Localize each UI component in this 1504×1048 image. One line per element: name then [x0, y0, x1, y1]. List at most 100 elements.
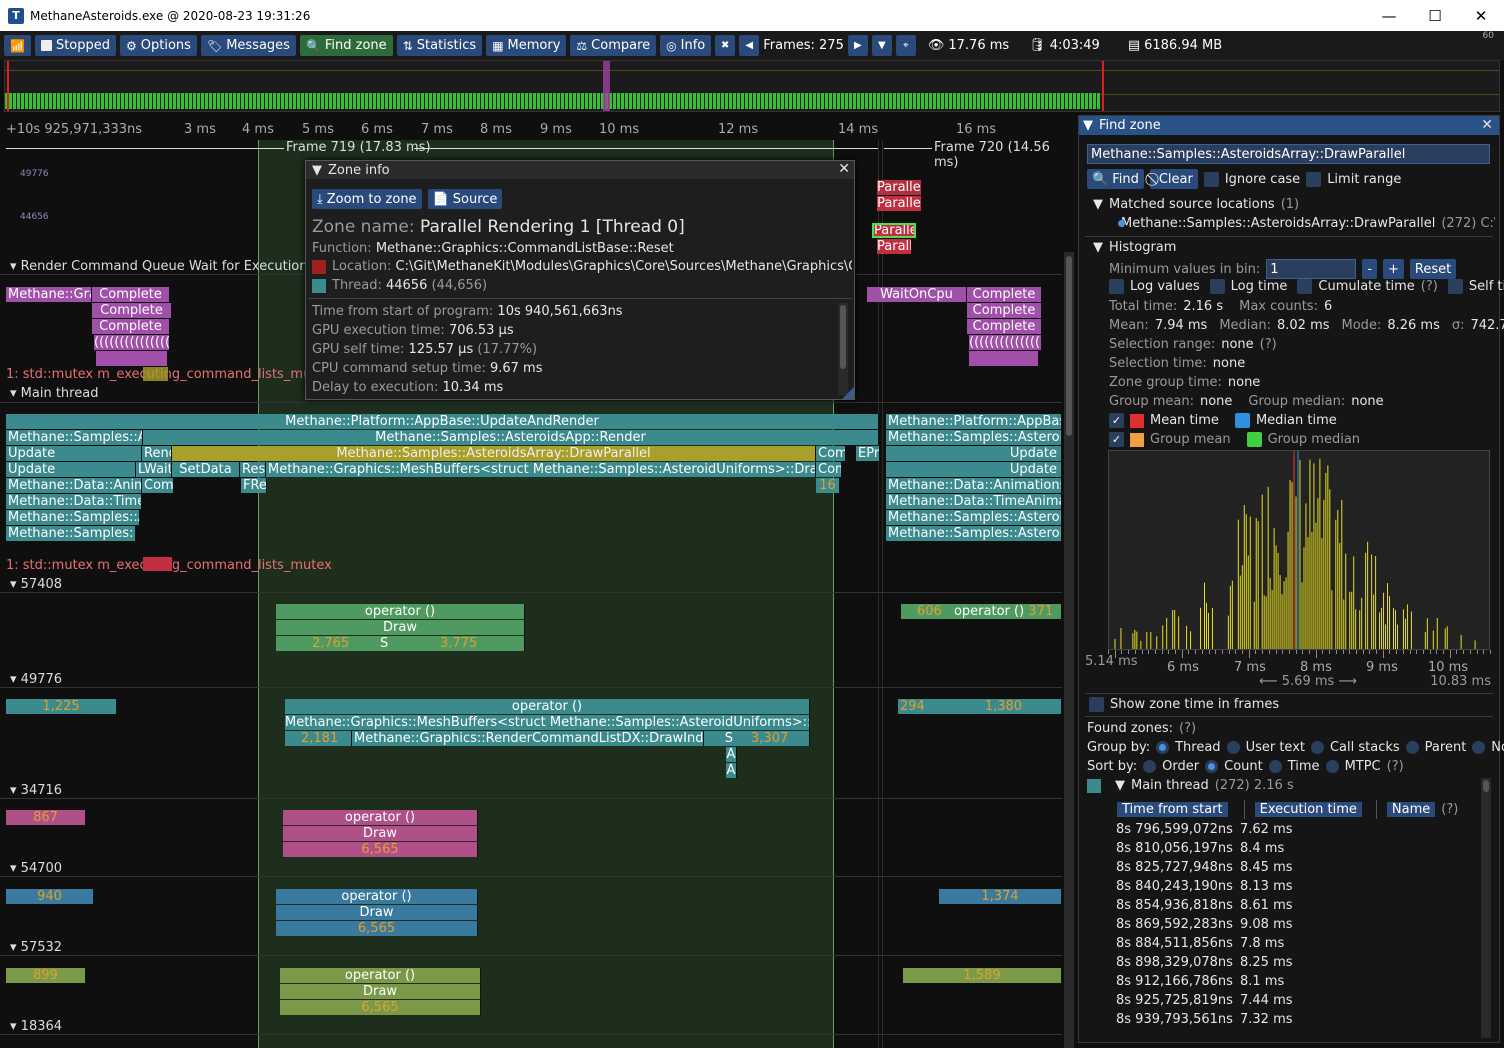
zone-data-anim[interactable]: Methane::Data::Anima	[6, 478, 142, 493]
limit-range-checkbox[interactable]	[1306, 171, 1322, 187]
thread-54700[interactable]: ▾ 54700	[10, 861, 62, 876]
zone-com[interactable]: Com	[816, 462, 842, 477]
close-icon[interactable]: ✕	[838, 161, 850, 177]
zone-draw[interactable]: Draw	[280, 984, 481, 999]
thread-57532[interactable]: ▾ 57532	[10, 940, 62, 955]
collapse-icon[interactable]: ▼	[1083, 118, 1093, 133]
options-button[interactable]: ⚙ Options	[120, 35, 197, 56]
zone-info-scrollbar[interactable]	[838, 303, 848, 395]
stopped-button[interactable]: Stopped	[34, 35, 117, 56]
median-time-checkbox[interactable]	[1234, 413, 1250, 428]
result-row[interactable]: 8s 869,592,283ns 9.08 ms	[1116, 917, 1293, 932]
histogram-header[interactable]: ▼ Histogram	[1093, 240, 1176, 255]
zone-data-time[interactable]: Methane::Data::TimeAnimatio	[886, 494, 1062, 509]
zone-res[interactable]: Res	[240, 462, 266, 477]
next-frame-button[interactable]: ▶	[847, 35, 868, 56]
prev-frame-button[interactable]: ◀	[739, 35, 760, 56]
zone-worker[interactable]: 6,565	[280, 1000, 481, 1015]
resize-grip[interactable]	[842, 387, 854, 399]
zone-worker[interactable]: 940	[6, 889, 94, 904]
group-by-parent-radio[interactable]	[1405, 741, 1419, 754]
close-button[interactable]: ✕	[1458, 0, 1504, 31]
zone-complete[interactable]: Complete	[967, 287, 1042, 302]
zone-draw-indexed[interactable]: Methane::Graphics::RenderCommandListDX::…	[352, 731, 704, 746]
zone-a[interactable]: A	[726, 747, 737, 762]
col-name[interactable]: Name	[1386, 802, 1436, 817]
crosshair-button[interactable]: ⌖	[895, 35, 916, 56]
frame-dropdown-button[interactable]: ▼	[871, 35, 892, 56]
sort-by-time-radio[interactable]	[1268, 760, 1282, 773]
timeline-scroll-thumb[interactable]	[1066, 256, 1072, 436]
zone-info-header[interactable]: ▼ Zone info	[306, 161, 854, 179]
zone-draw[interactable]: Draw	[276, 905, 478, 920]
zone-complete[interactable]: Complete	[967, 319, 1042, 334]
result-row[interactable]: 8s 796,599,072ns 7.62 ms	[1116, 822, 1293, 837]
ignore-case-checkbox[interactable]	[1203, 171, 1219, 187]
zone-a[interactable]: A	[726, 763, 737, 778]
result-row[interactable]: 8s 884,511,856ns 7.8 ms	[1116, 936, 1284, 951]
matched-locations-header[interactable]: ▼ Matched source locations (1)	[1093, 197, 1299, 212]
reset-button[interactable]: Reset	[1409, 259, 1457, 279]
find-button[interactable]: 🔍 Find	[1087, 169, 1144, 189]
zone-mesh-draw[interactable]: Methane::Graphics::MeshBuffers<struct Me…	[285, 715, 810, 730]
zone-wait[interactable]: LWait	[136, 462, 172, 477]
matched-location[interactable]: Methane::Samples::AsteroidsArray::DrawPa…	[1121, 216, 1435, 231]
zone-operator[interactable]: operator ()	[280, 968, 481, 983]
zone-worker-r[interactable]: 294 1,380	[898, 699, 1062, 714]
sort-by-mtpc-radio[interactable]	[1325, 760, 1339, 773]
collapse-icon[interactable]: ▼	[312, 163, 322, 178]
group-by-user-text-radio[interactable]	[1226, 741, 1240, 754]
thread-57408[interactable]: ▾ 57408	[10, 577, 62, 592]
zone-operator[interactable]: operator ()	[276, 604, 525, 619]
group-by-call-stacks-radio[interactable]	[1310, 741, 1324, 754]
zoom-to-zone-button[interactable]: ⤓ Zoom to zone	[312, 189, 422, 209]
timeline-scrollbar[interactable]	[1064, 252, 1074, 1048]
zone-worker[interactable]: S 3,307	[704, 731, 810, 746]
zone-worker[interactable]: 867	[6, 810, 86, 825]
zone-small[interactable]	[969, 351, 1039, 366]
zone-draw[interactable]: Draw	[276, 620, 525, 635]
zone-update-render[interactable]: Methane::Platform::AppBase::UpdateAndRen…	[6, 414, 879, 429]
cumulate-time-checkbox[interactable]	[1297, 279, 1313, 294]
connection-button[interactable]: 📶	[4, 35, 31, 56]
zone-operator[interactable]: operator ()	[285, 699, 810, 714]
zone-draw-parallel[interactable]: Methane::Samples::AsteroidsArray::DrawPa…	[172, 446, 816, 461]
thread-main[interactable]: ▾ Main thread	[10, 386, 98, 401]
zone-wave[interactable]: (((((((((((((((	[94, 335, 170, 350]
zone-complete[interactable]: Complete	[92, 287, 170, 302]
maximize-button[interactable]: ☐	[1412, 0, 1458, 31]
zone-info-scroll-thumb[interactable]	[840, 305, 846, 369]
zone-complete[interactable]: Complete	[92, 303, 172, 318]
mean-time-checkbox[interactable]: ✓	[1109, 413, 1124, 428]
zone-parallel[interactable]: Paralle	[877, 196, 922, 211]
group-by-none-radio[interactable]	[1472, 741, 1486, 754]
frame-graph[interactable]	[4, 60, 1500, 112]
min-values-input[interactable]: 1	[1266, 259, 1357, 279]
zone-worker[interactable]: 899	[6, 968, 86, 983]
zone-parallel-selected[interactable]: Parallel	[872, 223, 916, 238]
zone-update[interactable]: Update	[886, 462, 1062, 477]
zone-operator[interactable]: operator ()	[276, 889, 478, 904]
zone-draw-children[interactable]: 2,765 S 3,775	[276, 636, 525, 651]
memory-button[interactable]: ▦ Memory	[486, 35, 567, 56]
duration-histogram[interactable]	[1108, 450, 1490, 650]
thread-49776[interactable]: ▾ 49776	[10, 672, 62, 687]
close-icon[interactable]: ✕	[1481, 117, 1493, 133]
zone-operator-r[interactable]: 606 operator () 371	[901, 604, 1062, 619]
find-zone-header[interactable]: ▼ Find zone	[1079, 116, 1499, 135]
clear-button[interactable]: ⃠Clear	[1149, 169, 1198, 189]
zone-rend[interactable]: Rend	[142, 446, 172, 461]
source-button[interactable]: 📄 Source	[427, 189, 503, 209]
group-median-checkbox[interactable]	[1246, 432, 1262, 447]
zone-complete[interactable]: Complete	[92, 319, 170, 334]
zone-samples-as[interactable]: Methane::Samples::As	[6, 526, 136, 541]
info-button[interactable]: ◎ Info	[660, 35, 712, 56]
zone-data-time[interactable]: Methane::Data::TimeA	[6, 494, 142, 509]
result-row[interactable]: 8s 854,936,818ns 8.61 ms	[1116, 898, 1293, 913]
result-row[interactable]: 8s 898,329,078ns 8.25 ms	[1116, 955, 1293, 970]
statistics-button[interactable]: ⇅ Statistics	[396, 35, 483, 56]
zone-parallel[interactable]: Parall	[877, 239, 912, 254]
messages-button[interactable]: 🏷 Messages	[200, 35, 296, 56]
zone-draw[interactable]: Draw	[283, 826, 478, 841]
zone-parallel[interactable]: Parallel	[877, 180, 922, 195]
